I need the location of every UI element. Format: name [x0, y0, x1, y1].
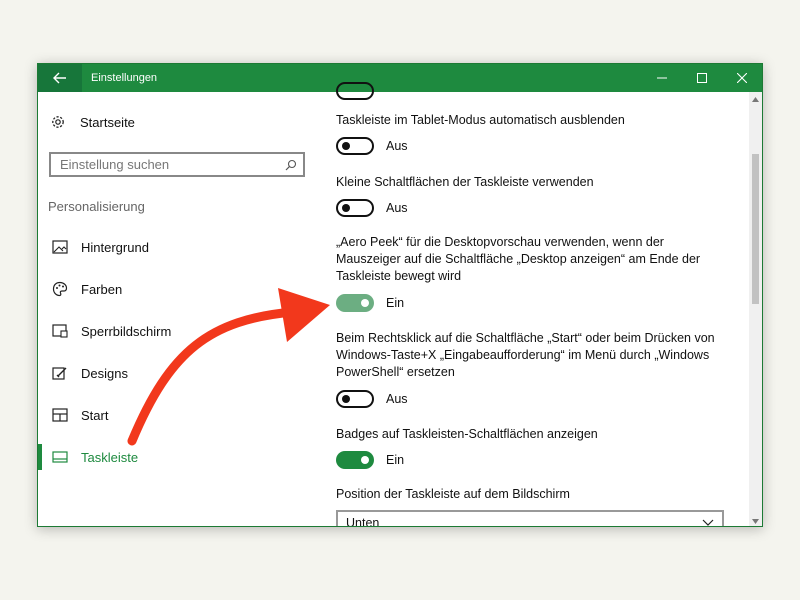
title-bar: Einstellungen — [38, 64, 762, 92]
close-icon — [737, 73, 747, 83]
caret-down-icon — [752, 518, 759, 524]
setting-label-aero-peek: „Aero Peek“ für die Desktopvorschau verw… — [336, 235, 701, 283]
sidebar-item-label: Designs — [81, 365, 128, 381]
sidebar-item-taskleiste[interactable]: Taskleiste — [38, 442, 320, 472]
setting-label-powershell: Beim Rechtsklick auf die Schaltfläche „S… — [336, 331, 715, 379]
toggle-state: Aus — [386, 392, 408, 406]
minimize-button[interactable] — [642, 64, 682, 92]
gear-icon — [52, 116, 64, 128]
caret-up-icon — [752, 96, 759, 102]
scroll-up-button[interactable] — [749, 92, 762, 106]
toggle-tablet-hide[interactable]: Aus — [336, 136, 408, 156]
home-label: Startseite — [80, 114, 135, 130]
sidebar-item-sperrbildschirm[interactable]: Sperrbildschirm — [38, 316, 320, 346]
toggle-switch[interactable] — [336, 294, 374, 312]
scroll-down-button[interactable] — [749, 514, 762, 526]
section-label: Personalisierung — [48, 199, 145, 214]
brush-icon — [52, 365, 68, 381]
toggle-switch[interactable] — [336, 451, 374, 469]
sidebar-item-label: Taskleiste — [81, 449, 139, 465]
toggle-aero-peek[interactable]: Ein — [336, 293, 404, 313]
start-icon — [52, 407, 68, 423]
sidebar-item-start[interactable]: Start — [38, 400, 320, 430]
sidebar-item-hintergrund[interactable]: Hintergrund — [38, 232, 320, 262]
settings-window: Einstellungen Startseite Einstellung suc… — [37, 63, 763, 527]
sidebar-item-label: Sperrbildschirm — [81, 323, 172, 339]
search-placeholder: Einstellung suchen — [60, 157, 170, 172]
maximize-button[interactable] — [682, 64, 722, 92]
close-button[interactable] — [722, 64, 762, 92]
palette-icon — [52, 281, 68, 297]
setting-label-badges: Badges auf Taskleisten-Schaltflächen anz… — [336, 427, 598, 441]
toggle-small-buttons[interactable]: Aus — [336, 198, 408, 218]
back-button[interactable] — [38, 64, 82, 92]
toggle-state: Aus — [386, 139, 408, 153]
toggle-state: Ein — [386, 296, 405, 310]
window-title: Einstellungen — [91, 72, 158, 84]
sidebar-item-designs[interactable]: Designs — [38, 358, 320, 388]
position-value: Unten — [346, 516, 380, 527]
sidebar-item-label: Farben — [81, 281, 123, 297]
sidebar: Startseite Einstellung suchen Personalis… — [38, 92, 320, 526]
toggle-badges[interactable]: Ein — [336, 450, 404, 470]
taskbar-icon — [52, 449, 68, 465]
setting-label-tablet-hide: Taskleiste im Tablet-Modus automatisch a… — [336, 113, 625, 127]
partially-visible-toggle[interactable] — [336, 82, 374, 100]
scrollbar[interactable] — [749, 92, 762, 526]
toggle-switch[interactable] — [336, 199, 374, 217]
toggle-state: Aus — [386, 201, 408, 215]
setting-label-small-buttons: Kleine Schaltflächen der Taskleiste verw… — [336, 175, 594, 189]
toggle-state: Ein — [386, 453, 405, 467]
search-input[interactable]: Einstellung suchen — [49, 152, 305, 177]
lock-screen-icon — [52, 323, 68, 339]
position-dropdown[interactable]: Unten — [336, 510, 724, 527]
maximize-icon — [697, 73, 707, 83]
sidebar-item-label: Hintergrund — [81, 239, 149, 255]
chevron-down-icon — [702, 519, 714, 526]
sidebar-item-farben[interactable]: Farben — [38, 274, 320, 304]
toggle-switch[interactable] — [336, 137, 374, 155]
position-label: Position der Taskleiste auf dem Bildschi… — [336, 487, 570, 501]
settings-content: Taskleiste im Tablet-Modus automatisch a… — [336, 82, 746, 527]
toggle-switch[interactable] — [336, 390, 374, 408]
toggle-powershell[interactable]: Aus — [336, 389, 408, 409]
scroll-thumb[interactable] — [752, 154, 759, 304]
image-icon — [52, 239, 68, 255]
search-icon — [285, 159, 297, 170]
back-arrow-icon — [53, 72, 66, 84]
minimize-icon — [657, 77, 667, 79]
sidebar-home[interactable]: Startseite — [50, 114, 135, 130]
sidebar-item-label: Start — [81, 407, 109, 423]
